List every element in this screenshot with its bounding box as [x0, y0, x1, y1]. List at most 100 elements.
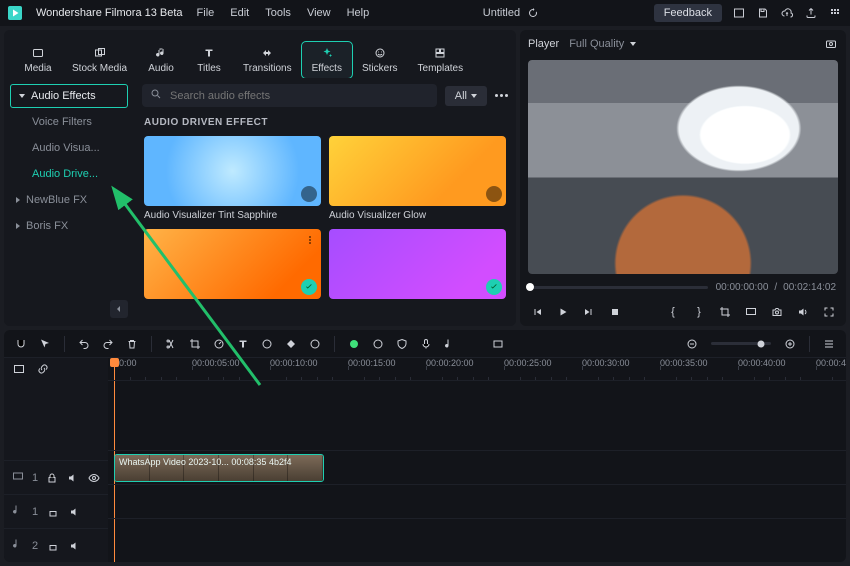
tab-effects[interactable]: Effects	[302, 42, 352, 78]
tab-stickers[interactable]: Stickers	[352, 42, 408, 78]
crop-tl-icon[interactable]	[188, 337, 202, 351]
feedback-button[interactable]: Feedback	[654, 4, 722, 22]
sidebar-item-voice-filters[interactable]: Voice Filters	[10, 110, 128, 134]
video-track-icon	[12, 470, 24, 485]
timeline-ruler[interactable]: 00:0000:00:05:0000:00:10:0000:00:15:0000…	[108, 358, 846, 380]
tab-audio[interactable]: Audio	[137, 42, 185, 78]
chevron-down-icon	[19, 94, 25, 98]
mute-icon[interactable]	[68, 539, 82, 553]
cloud-sync-icon[interactable]	[526, 6, 540, 20]
chevron-down-icon	[471, 94, 477, 98]
tab-templates[interactable]: Templates	[408, 42, 474, 78]
track-head-video[interactable]: 1	[4, 460, 108, 494]
mark-in-icon[interactable]: {	[666, 305, 680, 319]
tab-stock-media[interactable]: Stock Media	[62, 42, 137, 78]
track-head-audio1[interactable]: 1	[4, 494, 108, 528]
cursor-icon[interactable]	[38, 337, 52, 351]
search-input[interactable]	[168, 89, 429, 103]
menu-file[interactable]: File	[197, 7, 215, 19]
zoom-in-icon[interactable]	[783, 337, 797, 351]
undo-icon[interactable]	[77, 337, 91, 351]
tab-media[interactable]: Media	[14, 42, 62, 78]
menu-help[interactable]: Help	[347, 7, 370, 19]
save-icon[interactable]	[756, 6, 770, 20]
track-audio-2[interactable]	[108, 518, 846, 552]
crop-icon[interactable]	[718, 305, 732, 319]
timeline-area[interactable]: 00:0000:00:05:0000:00:10:0000:00:15:0000…	[108, 358, 846, 562]
shield-icon[interactable]	[395, 337, 409, 351]
category-audio-effects[interactable]: Audio Effects	[10, 84, 128, 108]
lock-icon[interactable]	[46, 471, 59, 485]
tab-transitions[interactable]: Transitions	[233, 42, 302, 78]
sidebar-item-audio-visualizer[interactable]: Audio Visua...	[10, 136, 128, 160]
camera-icon[interactable]	[770, 305, 784, 319]
download-icon[interactable]	[301, 186, 317, 202]
snapshot-icon[interactable]	[824, 37, 838, 51]
download-icon[interactable]	[486, 186, 502, 202]
more-options-button[interactable]	[495, 94, 508, 97]
preview-viewport[interactable]	[528, 60, 838, 274]
play-icon[interactable]	[556, 305, 570, 319]
mark-out-icon[interactable]: }	[692, 305, 706, 319]
collapse-sidebar-button[interactable]	[110, 300, 128, 318]
split-icon[interactable]	[164, 337, 178, 351]
volume-icon[interactable]	[796, 305, 810, 319]
menu-view[interactable]: View	[307, 7, 331, 19]
cloud-up-icon[interactable]	[780, 6, 794, 20]
tab-titles[interactable]: Titles	[185, 42, 233, 78]
search-input-wrapper[interactable]	[142, 84, 437, 107]
lock-icon[interactable]	[46, 505, 60, 519]
mute-icon[interactable]	[68, 505, 82, 519]
track-video-1[interactable]: WhatsApp Video 2023-10... 00:08:35 4b2f4	[108, 450, 846, 484]
ai-tool-icon[interactable]	[347, 337, 361, 351]
window-layout-icon[interactable]	[732, 6, 746, 20]
menu-tools[interactable]: Tools	[265, 7, 291, 19]
ruler-tick: 00:00:40:00	[738, 358, 786, 368]
track-audio-1[interactable]	[108, 484, 846, 518]
view-options-icon[interactable]	[822, 337, 836, 351]
link-icon[interactable]	[36, 362, 50, 376]
more-icon[interactable]	[303, 233, 317, 247]
audio-tool-icon[interactable]	[371, 337, 385, 351]
quality-selector[interactable]: Full Quality	[569, 38, 636, 50]
seek-bar[interactable]	[530, 286, 708, 289]
menu-edit[interactable]: Edit	[230, 7, 249, 19]
player-title: Player	[528, 38, 559, 50]
step-fwd-icon[interactable]	[582, 305, 596, 319]
effect-card[interactable]	[144, 229, 321, 303]
video-clip[interactable]: WhatsApp Video 2023-10... 00:08:35 4b2f4	[114, 454, 324, 482]
color-icon[interactable]	[260, 337, 274, 351]
render-icon[interactable]	[491, 337, 505, 351]
effect-card[interactable]	[329, 229, 506, 303]
lock-icon[interactable]	[46, 539, 60, 553]
track-head-audio2[interactable]: 2	[4, 528, 108, 562]
sidebar-item-audio-driven[interactable]: Audio Drive...	[10, 162, 128, 186]
display-icon[interactable]	[744, 305, 758, 319]
export-icon[interactable]	[804, 6, 818, 20]
eye-icon[interactable]	[87, 471, 100, 485]
seek-knob[interactable]	[526, 283, 534, 291]
speed-icon[interactable]	[212, 337, 226, 351]
sidebar-group-boris[interactable]: Boris FX	[10, 214, 128, 238]
mute-icon[interactable]	[67, 471, 80, 485]
redo-icon[interactable]	[101, 337, 115, 351]
fullscreen-icon[interactable]	[822, 305, 836, 319]
mask-icon[interactable]	[308, 337, 322, 351]
effect-card[interactable]: Audio Visualizer Glow	[329, 136, 506, 221]
sidebar-group-newblue[interactable]: NewBlue FX	[10, 188, 128, 212]
stop-icon[interactable]	[608, 305, 622, 319]
apps-grid-icon[interactable]	[828, 6, 842, 20]
marker-icon[interactable]	[467, 337, 481, 351]
delete-icon[interactable]	[125, 337, 139, 351]
music-icon[interactable]	[443, 337, 457, 351]
text-tool-icon[interactable]	[236, 337, 250, 351]
zoom-out-icon[interactable]	[685, 337, 699, 351]
snap-icon[interactable]	[14, 337, 28, 351]
step-back-icon[interactable]	[530, 305, 544, 319]
effect-card[interactable]: Audio Visualizer Tint Sapphire	[144, 136, 321, 221]
track-link-icon[interactable]	[12, 362, 26, 376]
zoom-slider[interactable]	[711, 342, 771, 345]
filter-all-button[interactable]: All	[445, 86, 487, 106]
keyframe-icon[interactable]	[284, 337, 298, 351]
mic-icon[interactable]	[419, 337, 433, 351]
